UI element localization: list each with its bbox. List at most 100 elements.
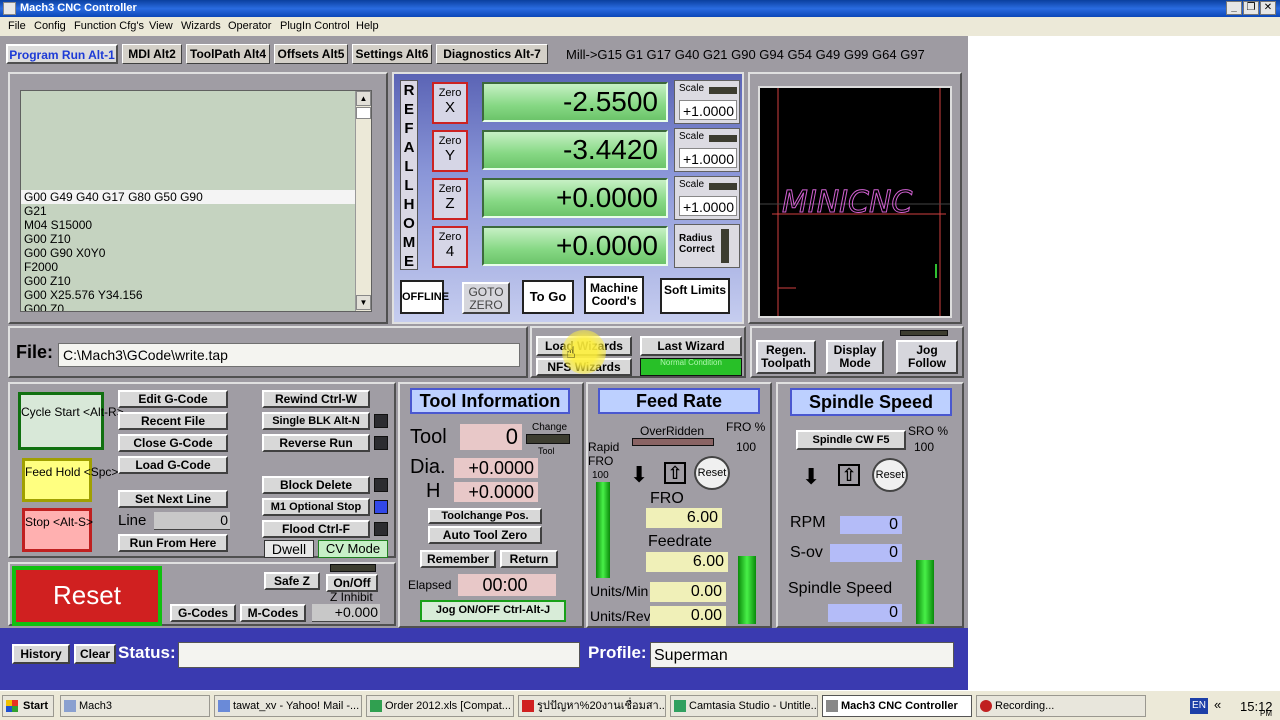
menu-plugin-control[interactable]: PlugIn Control <box>280 20 350 32</box>
return-button[interactable]: Return <box>500 550 558 568</box>
remember-button[interactable]: Remember <box>420 550 496 568</box>
to-go-button[interactable]: To Go <box>522 280 574 314</box>
tab-settings[interactable]: Settings Alt6 <box>352 44 432 64</box>
tab-offsets[interactable]: Offsets Alt5 <box>274 44 348 64</box>
mcodes-button[interactable]: M-Codes <box>240 604 306 622</box>
feed-down-icon[interactable]: ⬇ <box>630 462 648 488</box>
feed-reset-button[interactable]: Reset <box>694 456 730 490</box>
spindle-speed-slider[interactable] <box>916 560 934 624</box>
auto-tool-zero-button[interactable]: Auto Tool Zero <box>428 526 542 544</box>
jog-follow-button[interactable]: Jog Follow <box>896 340 958 374</box>
tab-diagnostics[interactable]: Diagnostics Alt-7 <box>436 44 548 64</box>
tool-diameter[interactable]: +0.0000 <box>454 458 538 478</box>
menu-view[interactable]: View <box>149 20 173 32</box>
tab-program-run[interactable]: Program Run Alt-1 <box>6 44 118 64</box>
scale-y[interactable]: Scale +1.0000 <box>674 128 740 172</box>
dro-z[interactable]: +0.0000 <box>482 178 668 218</box>
feedrate-value[interactable]: 6.00 <box>646 552 728 572</box>
scale-value[interactable]: +1.0000 <box>679 196 737 216</box>
spindle-down-icon[interactable]: ⬇ <box>802 464 820 490</box>
menu-function-cfgs[interactable]: Function Cfg's <box>74 20 144 32</box>
task-mach3[interactable]: Mach3 <box>60 695 210 717</box>
z-inhibit-value[interactable]: +0.000 <box>312 604 380 622</box>
scroll-up-icon[interactable]: ▲ <box>356 91 371 106</box>
dro-x[interactable]: -2.5500 <box>482 82 668 122</box>
minimize-button[interactable]: _ <box>1226 1 1242 15</box>
maximize-button[interactable]: ❐ <box>1243 1 1259 15</box>
title-bar[interactable]: Mach3 CNC Controller _ ❐ ✕ <box>0 0 1280 17</box>
close-button[interactable]: ✕ <box>1260 1 1276 15</box>
set-next-line-button[interactable]: Set Next Line <box>118 490 228 508</box>
zero-z-button[interactable]: Zero Z <box>432 178 468 220</box>
scroll-down-icon[interactable]: ▼ <box>356 295 371 310</box>
task-mach3-controller[interactable]: Mach3 CNC Controller <box>822 695 972 717</box>
menu-config[interactable]: Config <box>34 20 66 32</box>
file-path-field[interactable]: C:\Mach3\GCode\write.tap <box>58 343 520 367</box>
history-button[interactable]: History <box>12 644 70 664</box>
rewind-button[interactable]: Rewind Ctrl-W <box>262 390 370 408</box>
tab-mdi[interactable]: MDI Alt2 <box>122 44 182 64</box>
task-pdf[interactable]: รูปปัญหา%20งานเชื่อมสา... <box>518 695 666 717</box>
zero-x-button[interactable]: Zero X <box>432 82 468 124</box>
tray-expand-icon[interactable]: « <box>1214 697 1221 712</box>
spindle-up-icon[interactable]: ⇧ <box>838 464 860 486</box>
gcode-scrollbar[interactable]: ▲ ▼ <box>355 91 371 311</box>
load-gcode-button[interactable]: Load G-Code <box>118 456 228 474</box>
language-indicator[interactable]: EN <box>1190 698 1208 714</box>
jog-on-off-button[interactable]: Jog ON/OFF Ctrl-Alt-J <box>420 600 566 622</box>
scroll-thumb[interactable] <box>356 107 371 119</box>
radius-correct-button[interactable]: Radius Correct <box>674 224 740 268</box>
spindle-cw-button[interactable]: Spindle CW F5 <box>796 430 906 450</box>
tool-number[interactable]: 0 <box>460 424 522 450</box>
spindle-reset-button[interactable]: Reset <box>872 458 908 492</box>
scale-z[interactable]: Scale +1.0000 <box>674 176 740 220</box>
reverse-run-button[interactable]: Reverse Run <box>262 434 370 452</box>
start-button[interactable]: Start <box>2 695 54 717</box>
scale-value[interactable]: +1.0000 <box>679 148 737 168</box>
feed-up-icon[interactable]: ⇧ <box>664 462 686 484</box>
rapid-fro-slider[interactable] <box>596 482 610 578</box>
edit-gcode-button[interactable]: Edit G-Code <box>118 390 228 408</box>
task-excel[interactable]: Order 2012.xls [Compat... <box>366 695 514 717</box>
task-recording[interactable]: Recording... <box>976 695 1146 717</box>
machine-coords-button[interactable]: Machine Coord's <box>584 276 644 314</box>
m1-optional-stop-button[interactable]: M1 Optional Stop <box>262 498 370 516</box>
menu-file[interactable]: File <box>8 20 26 32</box>
zero-4-button[interactable]: Zero 4 <box>432 226 468 268</box>
regen-toolpath-button[interactable]: Regen. Toolpath <box>756 340 816 374</box>
task-camtasia[interactable]: Camtasia Studio - Untitle... <box>670 695 818 717</box>
offline-button[interactable]: OFFLINE <box>400 280 449 314</box>
toolpath-display[interactable]: MINICNC <box>758 86 952 318</box>
fro-value[interactable]: 6.00 <box>646 508 722 528</box>
stop-button[interactable]: Stop <Alt-S> <box>22 508 93 552</box>
run-from-here-button[interactable]: Run From Here <box>118 534 228 552</box>
reset-button[interactable]: Reset <box>12 566 162 626</box>
gcodes-button[interactable]: G-Codes <box>170 604 236 622</box>
scale-x[interactable]: Scale +1.0000 <box>674 80 740 124</box>
close-gcode-button[interactable]: Close G-Code <box>118 434 228 452</box>
menu-operator[interactable]: Operator <box>228 20 271 32</box>
ref-all-home-button[interactable]: R E F A L L H O M E <box>400 80 418 270</box>
display-mode-button[interactable]: Display Mode <box>826 340 884 374</box>
safe-z-button[interactable]: Safe Z <box>264 572 320 590</box>
task-yahoo-mail[interactable]: tawat_xv - Yahoo! Mail -... <box>214 695 362 717</box>
last-wizard-button[interactable]: Last Wizard <box>640 336 742 356</box>
clear-button[interactable]: Clear <box>74 644 116 664</box>
flood-button[interactable]: Flood Ctrl-F <box>262 520 370 538</box>
soft-limits-button[interactable]: Soft Limits <box>660 278 730 314</box>
line-number-field[interactable]: 0 <box>154 512 230 530</box>
goto-zero-button[interactable]: GOTO ZERO <box>462 282 510 314</box>
tab-toolpath[interactable]: ToolPath Alt4 <box>186 44 270 64</box>
recent-file-button[interactable]: Recent File <box>118 412 228 430</box>
dro-y[interactable]: -3.4420 <box>482 130 668 170</box>
scale-value[interactable]: +1.0000 <box>679 100 737 120</box>
feedrate-slider[interactable] <box>738 556 756 624</box>
tool-height[interactable]: +0.0000 <box>454 482 538 502</box>
cycle-start-button[interactable]: Cycle Start <Alt-R> <box>18 392 124 450</box>
gcode-listing[interactable]: G00 G49 G40 G17 G80 G50 G90 G21 M04 S150… <box>20 90 372 312</box>
toolchange-pos-button[interactable]: Toolchange Pos. <box>428 508 542 524</box>
spindle-speed-value[interactable]: 0 <box>828 604 902 622</box>
dro-4[interactable]: +0.0000 <box>482 226 668 266</box>
menu-wizards[interactable]: Wizards <box>181 20 221 32</box>
zero-y-button[interactable]: Zero Y <box>432 130 468 172</box>
